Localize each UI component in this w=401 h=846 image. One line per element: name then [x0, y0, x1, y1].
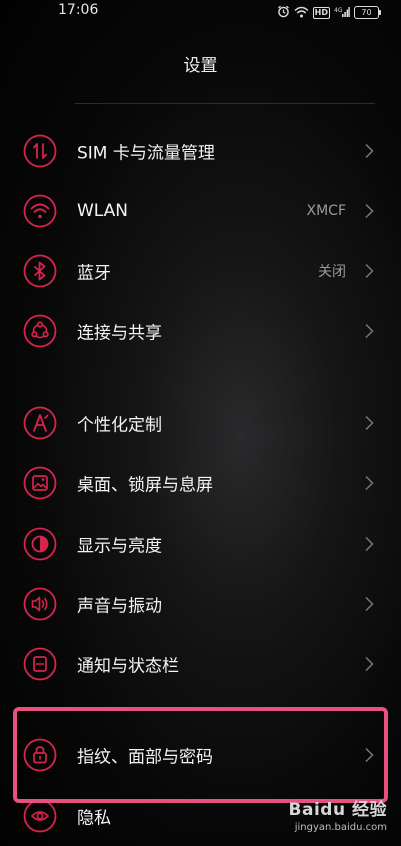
- setting-label: 隐私: [77, 808, 111, 829]
- privacy-eye-icon: [23, 799, 57, 833]
- setting-label: 蓝牙: [77, 263, 111, 284]
- setting-label: 显示与亮度: [77, 536, 162, 557]
- share-icon: [23, 314, 57, 348]
- hd-icon: HD: [312, 6, 330, 19]
- setting-row-display-brightness[interactable]: 显示与亮度: [0, 514, 401, 574]
- personalize-icon: [23, 406, 57, 440]
- setting-label: 个性化定制: [77, 415, 162, 436]
- chevron-right-icon: [364, 203, 374, 219]
- bluetooth-icon: [23, 254, 57, 288]
- setting-row-connection-sharing[interactable]: 连接与共享: [0, 301, 401, 361]
- wifi-icon: [23, 194, 57, 228]
- setting-label: 桌面、锁屏与息屏: [77, 475, 213, 496]
- battery-icon: 70: [354, 6, 381, 19]
- sim-data-icon: [23, 134, 57, 168]
- chevron-right-icon: [364, 143, 374, 159]
- setting-label: SIM 卡与流量管理: [77, 143, 215, 164]
- setting-label: WLAN: [77, 201, 129, 221]
- status-time: 17:06: [58, 2, 99, 18]
- chevron-right-icon: [364, 323, 374, 339]
- alarm-icon: [277, 3, 290, 22]
- setting-row-notification-statusbar[interactable]: 通知与状态栏: [0, 634, 401, 694]
- chevron-right-icon: [364, 656, 374, 672]
- setting-row-personalize[interactable]: 个性化定制: [0, 393, 401, 453]
- status-icons: HD 4G 70: [277, 3, 381, 22]
- setting-row-bluetooth[interactable]: 蓝牙 关闭: [0, 241, 401, 301]
- svg-text:4G: 4G: [334, 7, 343, 14]
- chevron-right-icon: [364, 475, 374, 491]
- setting-label: 通知与状态栏: [77, 656, 179, 677]
- wifi-icon: [294, 3, 309, 22]
- chevron-right-icon: [364, 596, 374, 612]
- chevron-right-icon: [364, 263, 374, 279]
- setting-label: 连接与共享: [77, 323, 162, 344]
- signal-icon: 4G: [334, 3, 350, 22]
- brightness-icon: [23, 527, 57, 561]
- chevron-right-icon: [364, 536, 374, 552]
- setting-label: 声音与振动: [77, 596, 162, 617]
- setting-row-sim[interactable]: SIM 卡与流量管理: [0, 121, 401, 181]
- speaker-icon: [23, 587, 57, 621]
- watermark-brand: Baidu 经验: [288, 800, 387, 820]
- watermark-url: jingyan.baidu.com: [294, 822, 387, 833]
- setting-row-wlan[interactable]: WLAN XMCF: [0, 181, 401, 241]
- highlight-box: [13, 707, 388, 803]
- setting-row-sound-vibration[interactable]: 声音与振动: [0, 574, 401, 634]
- setting-row-desktop-lockscreen[interactable]: 桌面、锁屏与息屏: [0, 453, 401, 513]
- page-title: 设置: [183, 56, 218, 76]
- notification-icon: [23, 647, 57, 681]
- setting-value: 关闭: [318, 264, 346, 280]
- wallpaper-icon: [23, 466, 57, 500]
- chevron-right-icon: [364, 415, 374, 431]
- status-bar: 17:06 HD 4G 70: [0, 0, 401, 22]
- setting-value: XMCF: [306, 203, 347, 219]
- header-divider: [75, 103, 375, 104]
- watermark: Baidu 经验 jingyan.baidu.com: [269, 795, 387, 833]
